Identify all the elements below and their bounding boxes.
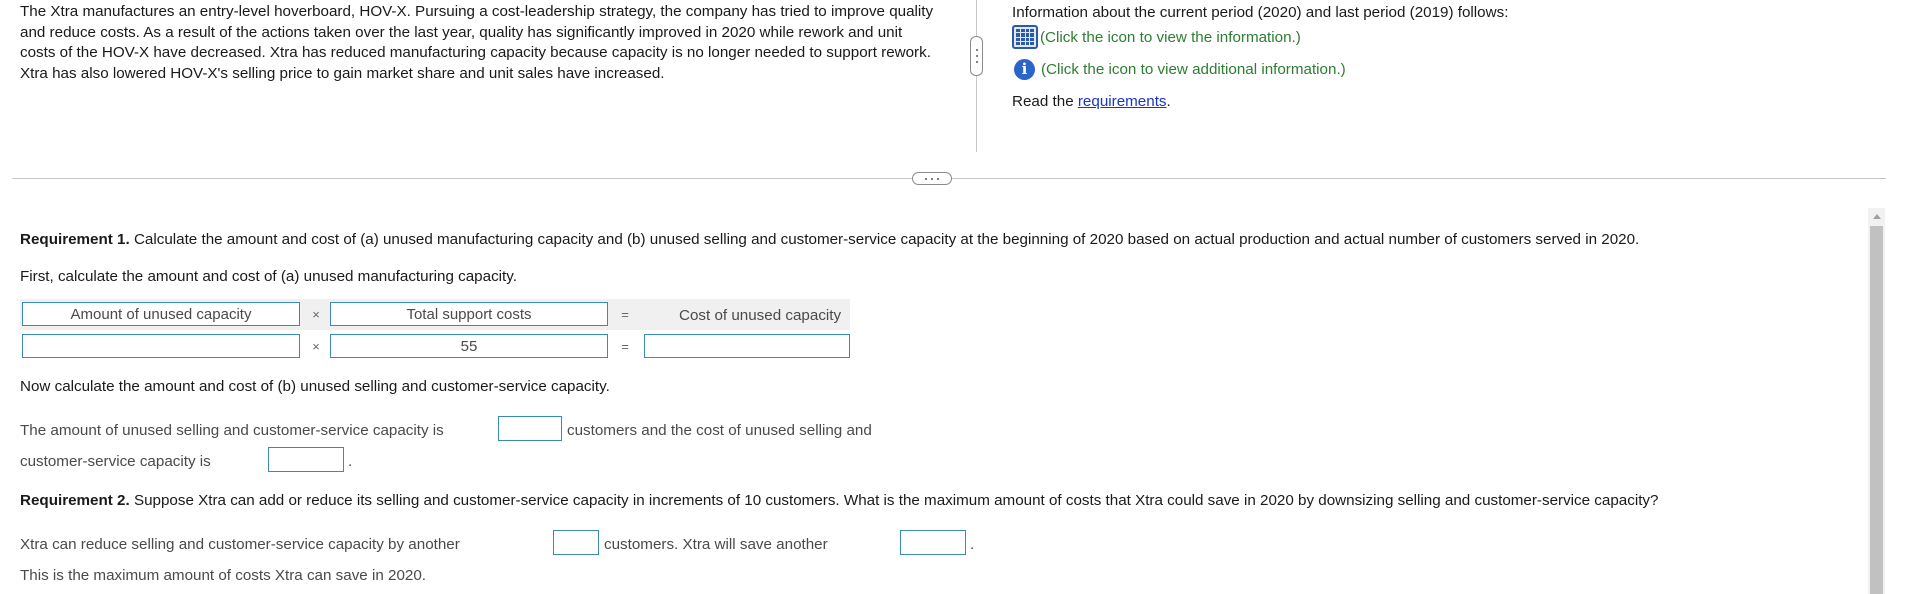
- equals-operator: =: [621, 339, 629, 354]
- read-suffix: .: [1166, 92, 1171, 110]
- selling-sentence-part-b: customers and the cost of unused selling…: [567, 422, 872, 439]
- reduce-capacity-customers-input[interactable]: [553, 530, 599, 555]
- scroll-up-arrow-icon[interactable]: [1868, 208, 1885, 225]
- view-info-link[interactable]: (Click the icon to view the information.…: [1040, 29, 1301, 46]
- total-support-costs-header: Total support costs: [330, 302, 608, 326]
- requirements-link[interactable]: requirements: [1078, 93, 1167, 110]
- read-prefix: Read the: [1012, 92, 1078, 110]
- requirement2-text: Suppose Xtra can add or reduce its selli…: [129, 492, 1659, 509]
- requirement2-label: Requirement 2.: [20, 492, 130, 509]
- requirement1-label: Requirement 1.: [20, 231, 130, 248]
- reduce-sentence-end: .: [970, 536, 975, 553]
- times-operator: ×: [312, 339, 320, 354]
- requirement1-second-line: Now calculate the amount and cost of (b)…: [20, 378, 610, 395]
- vertical-split-handle-icon[interactable]: [970, 36, 983, 76]
- requirement1-first-line: First, calculate the amount and cost of …: [20, 268, 517, 285]
- cost-unused-capacity-header: Cost of unused capacity: [679, 306, 842, 324]
- unused-selling-capacity-customers-input[interactable]: [498, 416, 562, 441]
- reduce-sentence-part-a: Xtra can reduce selling and customer-ser…: [20, 536, 460, 553]
- read-requirements-row: Read the requirements.: [1012, 88, 1892, 114]
- unused-capacity-calc-grid: Amount of unused capacity × Total suppor…: [20, 299, 850, 359]
- amount-unused-capacity-input[interactable]: [22, 334, 300, 358]
- requirement2-heading: Requirement 2. Suppose Xtra can add or r…: [20, 492, 1658, 509]
- max-savings-line: This is the maximum amount of costs Xtra…: [20, 567, 427, 584]
- table-icon[interactable]: [1012, 25, 1038, 49]
- view-info-row[interactable]: (Click the icon to view the information.…: [1012, 24, 1892, 50]
- info-pane: Information about the current period (20…: [1012, 2, 1892, 114]
- cost-unused-capacity-input[interactable]: [644, 334, 850, 358]
- selling-sentence-part-c: customer-service capacity is: [20, 453, 211, 470]
- additional-info-link[interactable]: (Click the icon to view additional infor…: [1041, 61, 1346, 78]
- unused-selling-capacity-cost-input[interactable]: [268, 447, 344, 472]
- times-operator: ×: [312, 307, 320, 322]
- scrollbar-thumb[interactable]: [1870, 226, 1883, 594]
- equals-operator: =: [621, 307, 629, 322]
- vertical-divider: [976, 0, 977, 152]
- selling-sentence-part-a: The amount of unused selling and custome…: [20, 422, 444, 439]
- requirement1-heading: Requirement 1. Calculate the amount and …: [20, 231, 1639, 248]
- info-intro: Information about the current period (20…: [1012, 3, 1509, 21]
- info-icon[interactable]: i: [1014, 58, 1035, 80]
- reduce-sentence-part-b: customers. Xtra will save another: [604, 536, 828, 553]
- requirement1-text: Calculate the amount and cost of (a) unu…: [129, 231, 1640, 248]
- costs-saved-input[interactable]: [900, 530, 966, 555]
- additional-info-row[interactable]: i (Click the icon to view additional inf…: [1012, 56, 1892, 82]
- selling-sentence-end: .: [348, 453, 353, 470]
- horizontal-split-handle-icon[interactable]: [912, 172, 952, 185]
- total-support-costs-value: 55: [330, 334, 608, 358]
- amount-unused-capacity-header: Amount of unused capacity: [22, 302, 300, 326]
- scenario-paragraph: The Xtra manufactures an entry-level hov…: [20, 3, 934, 82]
